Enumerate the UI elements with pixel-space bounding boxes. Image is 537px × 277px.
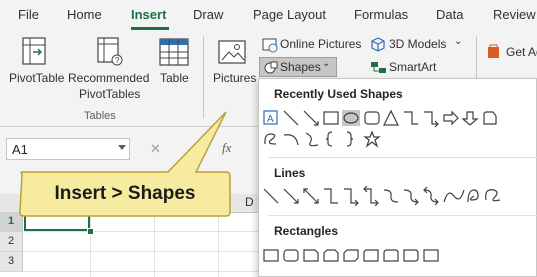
recent-shapes-row-2[interactable] bbox=[262, 129, 402, 149]
shapes-button[interactable]: Shapes ⌄ bbox=[259, 57, 337, 77]
tab-review[interactable]: Review bbox=[493, 7, 536, 22]
tab-draw[interactable]: Draw bbox=[193, 7, 223, 22]
grid-line bbox=[22, 231, 260, 232]
tab-data[interactable]: Data bbox=[436, 7, 463, 22]
3d-models-button[interactable]: 3D Models ⌄ bbox=[368, 36, 466, 54]
smartart-icon bbox=[371, 62, 386, 73]
online-pictures-button[interactable]: Online Pictures bbox=[260, 36, 366, 54]
store-icon bbox=[488, 44, 499, 58]
pictures-icon bbox=[218, 40, 246, 64]
tab-formulas[interactable]: Formulas bbox=[354, 7, 408, 22]
lines-title: Lines bbox=[274, 166, 306, 180]
tab-file[interactable]: File bbox=[18, 7, 39, 22]
cube-icon bbox=[371, 37, 385, 52]
smartart-button[interactable]: SmartArt bbox=[368, 59, 448, 77]
section-divider bbox=[268, 157, 537, 158]
online-pictures-icon bbox=[262, 38, 278, 53]
shapes-icon bbox=[264, 61, 278, 74]
tab-insert[interactable]: Insert bbox=[131, 7, 166, 22]
smartart-label: SmartArt bbox=[389, 60, 437, 74]
grid-line bbox=[22, 271, 260, 272]
svg-text:A: A bbox=[267, 114, 274, 125]
pivot-table-label: PivotTable bbox=[9, 71, 65, 85]
table-label: Table bbox=[160, 71, 189, 85]
svg-text:?: ? bbox=[115, 56, 120, 65]
row-header-3[interactable]: 3 bbox=[0, 252, 23, 272]
chevron-down-icon: ⌄ bbox=[322, 58, 331, 69]
recently-used-shapes-title: Recently Used Shapes bbox=[274, 87, 403, 101]
lines-row[interactable] bbox=[262, 186, 512, 206]
table-icon bbox=[159, 38, 189, 66]
pictures-label: Pictures bbox=[213, 71, 257, 85]
recommended-pivottables-icon: ? bbox=[97, 37, 123, 66]
row-header-2[interactable]: 2 bbox=[0, 232, 23, 252]
get-addins-button[interactable]: Get Ad bbox=[484, 44, 537, 62]
pivot-table-icon bbox=[22, 37, 46, 65]
tab-home[interactable]: Home bbox=[67, 7, 102, 22]
rectangles-row[interactable] bbox=[262, 247, 452, 265]
shapes-label: Shapes bbox=[280, 60, 321, 74]
section-divider bbox=[268, 215, 537, 216]
recommended-label-1: Recommended bbox=[68, 71, 150, 85]
recent-shapes-row-1[interactable]: A bbox=[262, 108, 502, 128]
recommended-pivottables-button[interactable]: ? bbox=[90, 36, 130, 72]
get-addins-label: Get Ad bbox=[506, 45, 537, 59]
online-pictures-label: Online Pictures bbox=[280, 37, 362, 51]
chevron-down-icon: ⌄ bbox=[454, 36, 463, 47]
3d-models-label: 3D Models bbox=[389, 37, 447, 51]
rectangles-title: Rectangles bbox=[274, 224, 339, 238]
grid-line bbox=[22, 251, 260, 252]
tab-page-layout[interactable]: Page Layout bbox=[253, 7, 326, 22]
table-button[interactable] bbox=[156, 36, 192, 72]
callout-text: Insert > Shapes bbox=[54, 183, 196, 204]
pivot-table-button[interactable] bbox=[14, 36, 54, 76]
pictures-button[interactable] bbox=[215, 38, 251, 72]
